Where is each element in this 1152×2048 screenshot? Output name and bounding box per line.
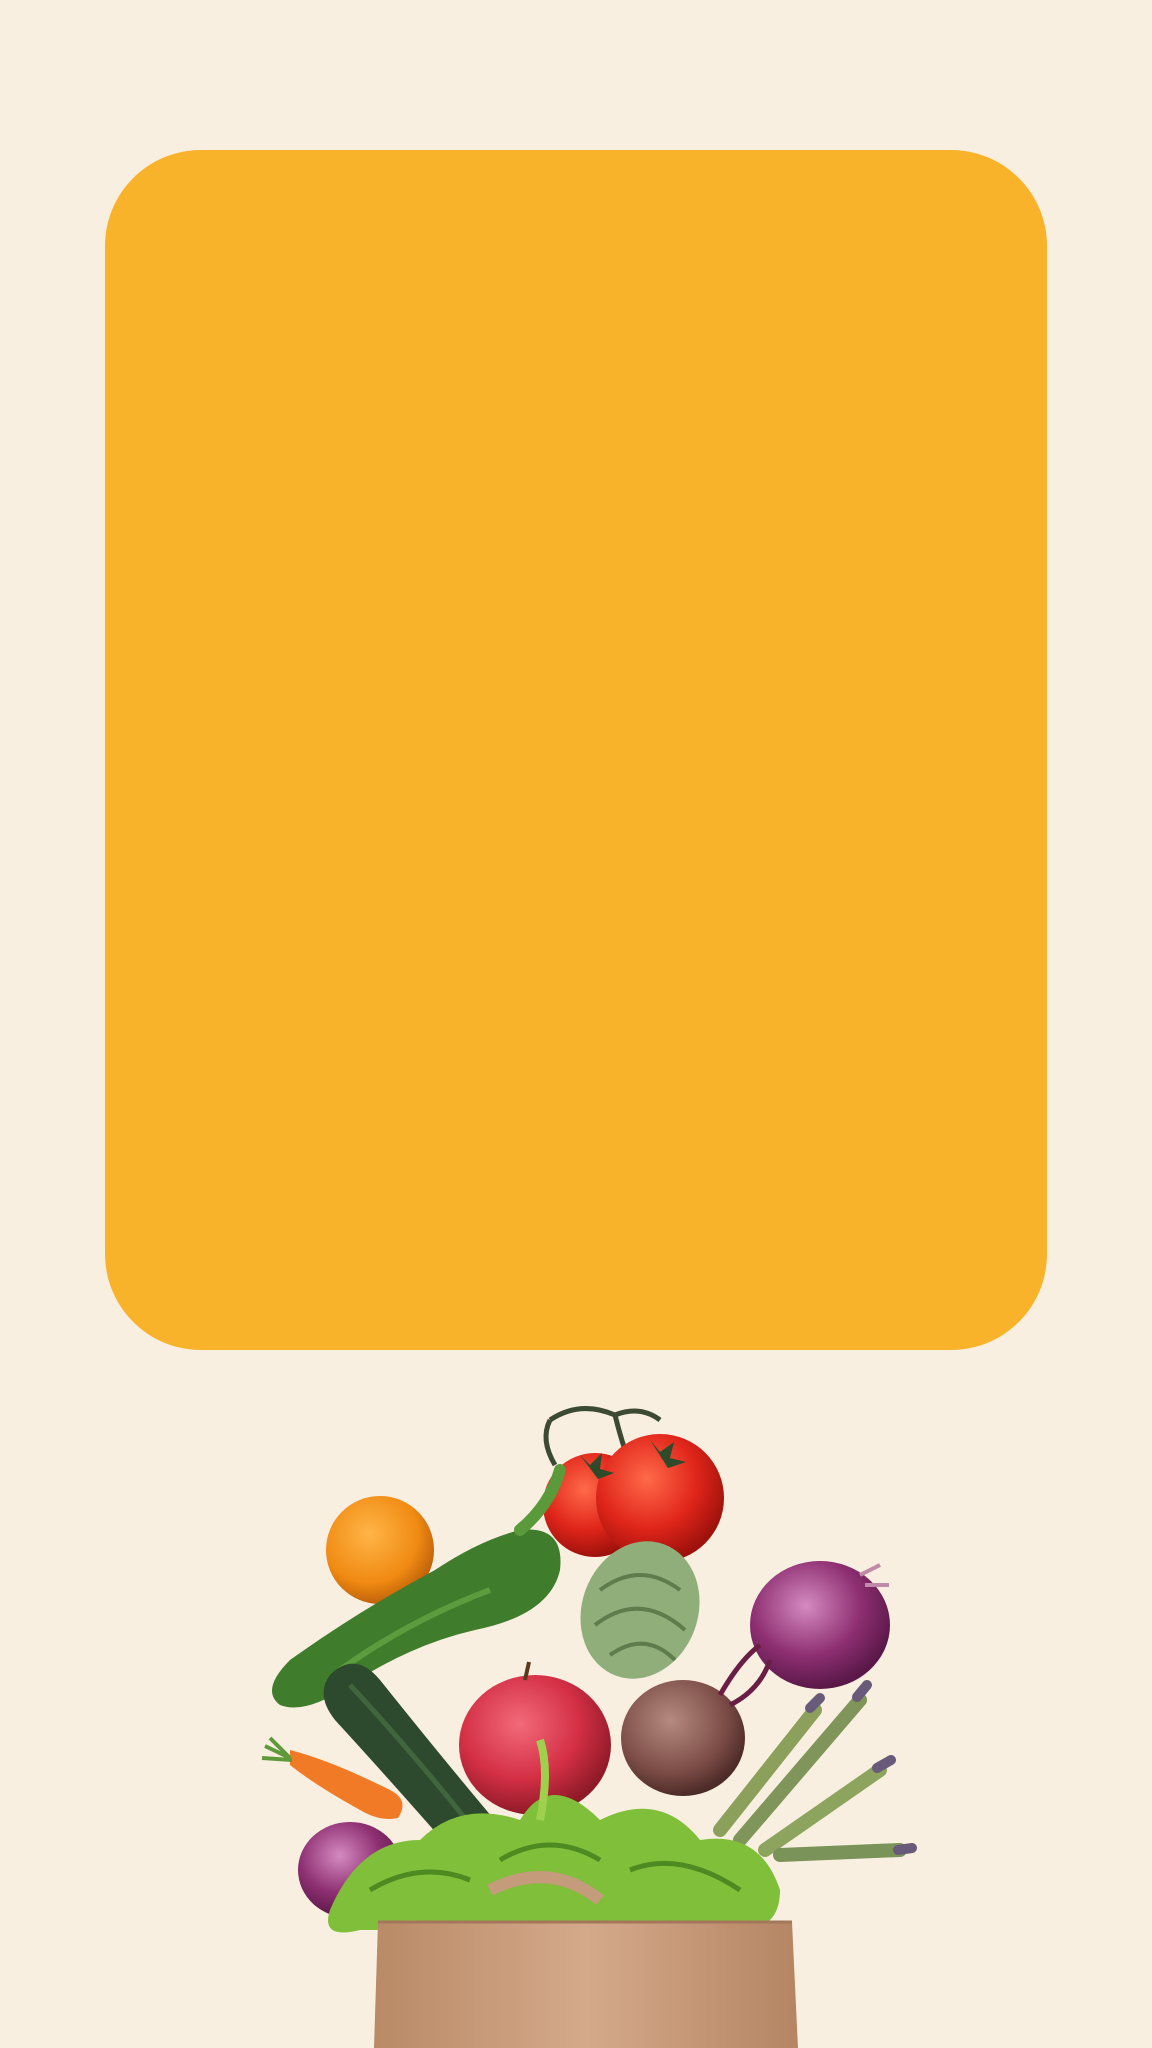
apple-icon — [459, 1661, 611, 1815]
onion-icon — [750, 1561, 890, 1689]
yellow-card — [105, 150, 1047, 1350]
groceries-bag-icon — [220, 1390, 940, 2048]
asparagus-icon — [713, 1680, 917, 1862]
tomato-icon — [543, 1406, 724, 1562]
pepper-icon — [272, 1464, 566, 1708]
